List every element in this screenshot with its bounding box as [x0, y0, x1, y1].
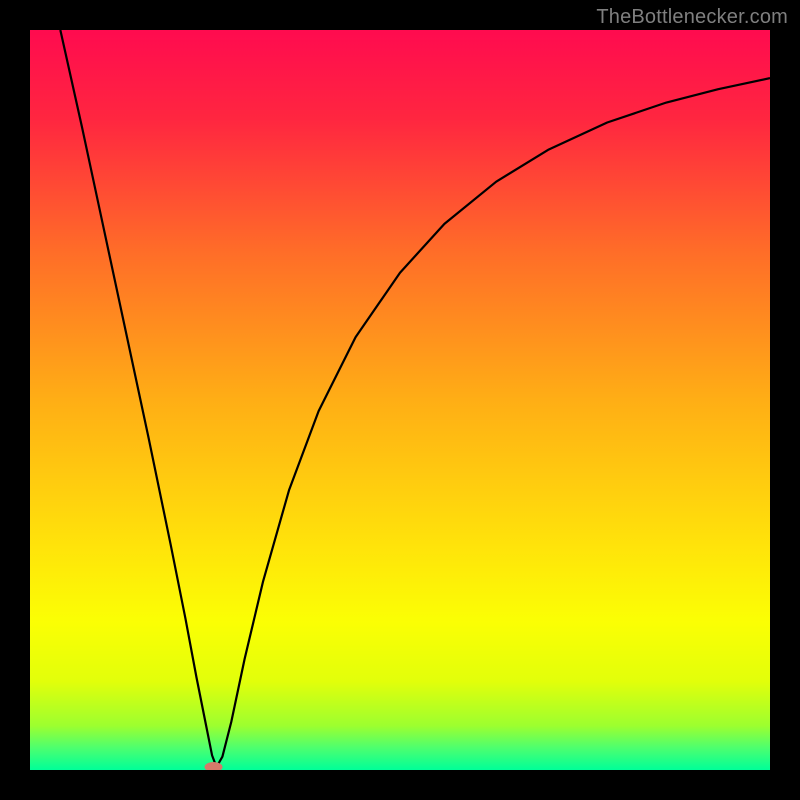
bottleneck-chart — [30, 30, 770, 770]
attribution-text: TheBottlenecker.com — [596, 6, 788, 29]
chart-frame: TheBottlenecker.com — [0, 0, 800, 800]
